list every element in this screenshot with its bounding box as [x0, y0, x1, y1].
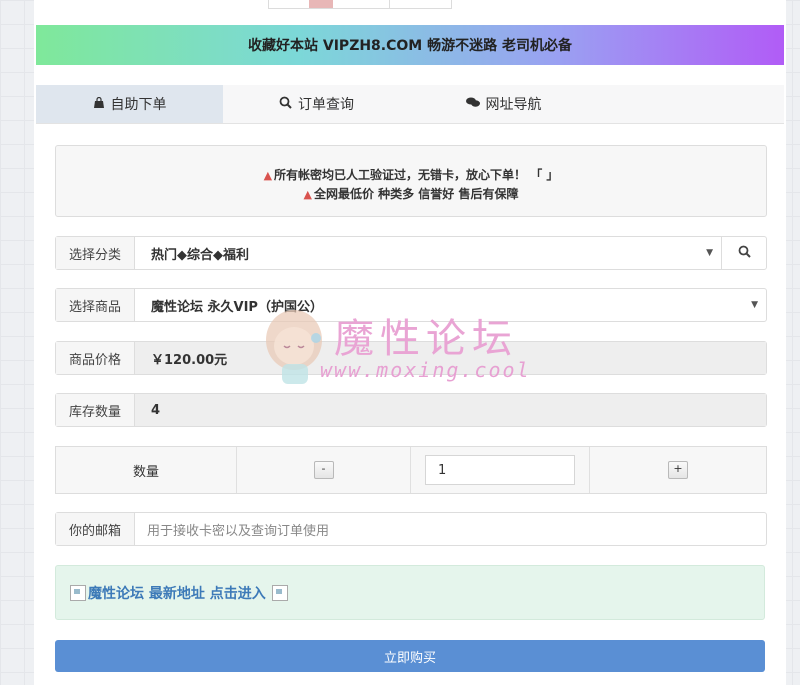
banner-text: 收藏好本站 VIPZH8.COM 畅游不迷路 老司机必备	[248, 38, 572, 54]
email-field[interactable]: 用于接收卡密以及查询订单使用	[135, 513, 766, 545]
quantity-input[interactable]: 1	[425, 455, 575, 485]
price-value: ￥120.00元	[135, 342, 766, 374]
main-tabs: 自助下单 订单查询 网址导航	[36, 85, 784, 124]
tab-label: 网址导航	[485, 97, 542, 113]
quantity-input-cell: 1	[411, 447, 590, 493]
broken-image-icon	[70, 584, 86, 601]
email-row: 你的邮箱 用于接收卡密以及查询订单使用	[55, 512, 767, 546]
category-search-button[interactable]	[721, 237, 766, 269]
product-select[interactable]: 魔性论坛 永久VIP（护国公） ▼	[135, 289, 766, 321]
tab-label: 自助下单	[110, 97, 167, 113]
tab-order-query[interactable]: 订单查询	[223, 85, 410, 123]
category-selected-value: 热门◆综合◆福利	[151, 247, 249, 263]
stock-value: 4	[135, 394, 766, 426]
top-tab-stub	[268, 0, 452, 9]
category-label: 选择分类	[56, 237, 135, 269]
notice-line-1: ▲ 所有帐密均已人工验证过，无错卡，放心下单！ 「 」	[56, 166, 766, 183]
price-label: 商品价格	[56, 342, 135, 374]
warning-icon: ▲	[263, 169, 273, 182]
tab-self-order[interactable]: 自助下单	[36, 85, 223, 123]
notice-box: ▲ 所有帐密均已人工验证过，无错卡，放心下单！ 「 」 ▲ 全网最低价 种类多 信誉…	[55, 145, 767, 217]
product-row: 选择商品 魔性论坛 永久VIP（护国公） ▼	[55, 288, 767, 322]
tab-label: 订单查询	[298, 97, 354, 113]
notice-text-1: 所有帐密均已人工验证过，无错卡，放心下单！ 「 」	[274, 168, 559, 182]
bag-icon	[93, 96, 105, 112]
notice-text-2: 全网最低价 种类多 信誉好 售后有保障	[313, 187, 519, 201]
search-icon	[279, 96, 292, 112]
top-stub-red-mark	[309, 0, 333, 8]
top-stub-divider	[389, 0, 390, 8]
stock-label: 库存数量	[56, 394, 135, 426]
notice-line-2: ▲ 全网最低价 种类多 信誉好 售后有保障	[56, 185, 766, 202]
promo-banner: 收藏好本站 VIPZH8.COM 畅游不迷路 老司机必备	[36, 25, 784, 65]
quantity-stepper: 数量 - 1 +	[55, 446, 767, 494]
quantity-minus-cell: -	[237, 447, 411, 493]
stock-row: 库存数量 4	[55, 393, 767, 427]
quantity-plus-button[interactable]: +	[668, 461, 688, 479]
latest-address-link[interactable]: 魔性论坛 最新地址 点击进入	[88, 583, 266, 603]
dropdown-caret-icon: ▼	[751, 300, 758, 310]
buy-now-button[interactable]: 立即购买	[55, 640, 765, 672]
quantity-label: 数量	[56, 447, 237, 493]
quantity-plus-cell: +	[590, 447, 766, 493]
dropdown-caret-icon: ▼	[706, 248, 713, 258]
latest-address-box: 魔性论坛 最新地址 点击进入	[55, 565, 765, 620]
tab-url-nav[interactable]: 网址导航	[410, 85, 597, 123]
quantity-minus-button[interactable]: -	[313, 461, 334, 479]
price-row: 商品价格 ￥120.00元	[55, 341, 767, 375]
search-icon	[738, 245, 751, 262]
product-selected-value: 魔性论坛 永久VIP（护国公）	[151, 299, 323, 315]
chat-icon	[465, 97, 480, 111]
email-label: 你的邮箱	[56, 513, 135, 545]
category-select[interactable]: 热门◆综合◆福利 ▼	[135, 237, 721, 269]
warning-icon: ▲	[303, 188, 312, 201]
category-row: 选择分类 热门◆综合◆福利 ▼	[55, 236, 767, 270]
product-label: 选择商品	[56, 289, 135, 321]
broken-image-icon	[271, 584, 288, 601]
